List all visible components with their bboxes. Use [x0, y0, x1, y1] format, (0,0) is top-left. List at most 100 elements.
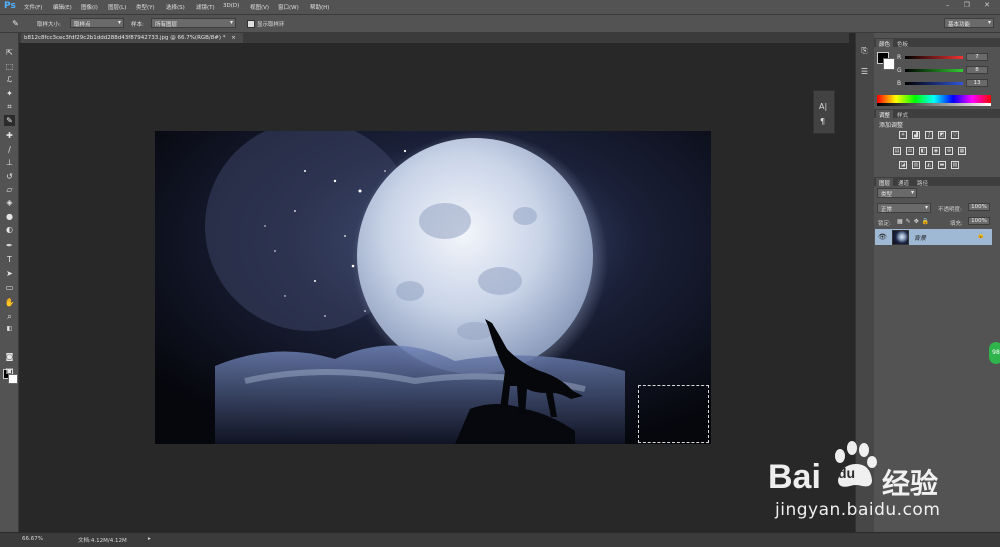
status-arrow-icon[interactable]: ▸	[148, 536, 151, 542]
type-tool-icon[interactable]: T	[4, 254, 15, 265]
curves-icon[interactable]: ∫	[925, 131, 933, 139]
default-colors-icon[interactable]: ◧	[4, 323, 15, 334]
green-value-input[interactable]: 8	[966, 66, 988, 74]
sample-layers-select[interactable]: 所有图层	[151, 18, 236, 28]
tab-swatches[interactable]: 色板	[894, 39, 911, 49]
lock-icons[interactable]: ▦✎✥🔒	[897, 218, 932, 225]
blend-mode-select[interactable]: 正常	[877, 203, 931, 213]
menu-item-4[interactable]: 类型(Y)	[136, 3, 155, 11]
opacity-label: 不透明度:	[938, 207, 962, 213]
quick-select-tool-icon[interactable]: ✦	[4, 88, 15, 99]
show-sampling-ring-checkbox[interactable]	[247, 20, 255, 28]
path-select-tool-icon[interactable]: ➤	[4, 268, 15, 279]
color-lookup-icon[interactable]: ▦	[958, 147, 966, 155]
photo-filter-icon[interactable]: ◉	[932, 147, 940, 155]
blue-label: B	[897, 80, 902, 87]
green-slider[interactable]	[905, 69, 963, 72]
document-size: 文档:4.12M/4.12M	[78, 538, 127, 544]
dodge-tool-icon[interactable]: ◐	[4, 224, 15, 235]
posterize-icon[interactable]: ▥	[912, 161, 920, 169]
paint-bucket-tool-icon[interactable]: ◈	[4, 197, 15, 208]
menu-item-3[interactable]: 图层(L)	[108, 3, 126, 11]
crop-tool-icon[interactable]: ⌗	[4, 101, 15, 112]
brightness-icon[interactable]: ☀	[899, 131, 907, 139]
mini-panel-strip: A| ¶	[813, 90, 835, 134]
pen-tool-icon[interactable]: ✒	[4, 240, 15, 251]
document-tab-title: b812c8fcc3cec3fdf29c2b1ddd288d43f8794273…	[24, 35, 226, 41]
threshold-icon[interactable]: ◭	[925, 161, 933, 169]
history-brush-tool-icon[interactable]: ↺	[4, 171, 15, 182]
vibrance-icon[interactable]: ▽	[951, 131, 959, 139]
red-slider[interactable]	[905, 56, 963, 59]
eyedropper-tool-icon[interactable]: ✎	[4, 115, 15, 126]
red-value-input[interactable]: 7	[966, 53, 988, 61]
document-tab[interactable]: b812c8fcc3cec3fdf29c2b1ddd288d43f8794273…	[21, 33, 243, 43]
opacity-input[interactable]: 100%	[968, 203, 990, 211]
properties-panel-icon[interactable]: ☰	[859, 66, 870, 77]
levels-icon[interactable]: ▟	[912, 131, 920, 139]
color-spectrum[interactable]	[877, 95, 991, 103]
menu-item-6[interactable]: 滤镜(T)	[196, 3, 215, 11]
marquee-tool-icon[interactable]: ⬚	[4, 61, 15, 72]
gradient-map-icon[interactable]: ▬	[938, 161, 946, 169]
eyedropper-preset-icon[interactable]: ✎	[10, 18, 21, 29]
menu-item-7[interactable]: 3D(D)	[223, 3, 239, 9]
tab-color[interactable]: 颜色	[876, 39, 894, 49]
grayscale-ramp[interactable]	[877, 103, 991, 106]
hand-tool-icon[interactable]: ✋	[4, 297, 15, 308]
sample-label: 样本:	[131, 22, 144, 28]
blue-value-input[interactable]: 13	[966, 79, 988, 87]
window-controls[interactable]: – ❐ ✕	[946, 1, 996, 9]
character-panel-icon[interactable]: A|	[819, 102, 827, 111]
green-label: G	[897, 67, 902, 74]
paragraph-panel-icon[interactable]: ¶	[820, 117, 825, 126]
sample-size-select[interactable]: 取样点	[70, 18, 124, 28]
tab-channels[interactable]: 通道	[895, 178, 912, 188]
canvas-image[interactable]	[155, 131, 711, 444]
blur-tool-icon[interactable]: ●	[4, 211, 15, 222]
layer-kind-filter[interactable]: 类型	[877, 188, 917, 198]
eraser-tool-icon[interactable]: ▱	[4, 184, 15, 195]
black-white-icon[interactable]: ◧	[919, 147, 927, 155]
layer-name[interactable]: 背景	[914, 233, 926, 242]
menu-item-2[interactable]: 图像(I)	[81, 3, 98, 11]
color-background-swatch[interactable]	[883, 58, 895, 70]
zoom-tool-icon[interactable]: ⌕	[4, 311, 15, 322]
lasso-tool-icon[interactable]: ℒ	[4, 74, 15, 85]
marquee-selection[interactable]	[638, 385, 709, 443]
watermark-brand-du: du	[838, 465, 856, 481]
menu-item-9[interactable]: 窗口(W)	[278, 3, 299, 11]
exposure-icon[interactable]: ◩	[938, 131, 946, 139]
menu-item-0[interactable]: 文件(F)	[24, 3, 42, 11]
menu-item-5[interactable]: 选择(S)	[166, 3, 185, 11]
brush-tool-icon[interactable]: ∕	[4, 144, 15, 155]
quick-mask-icon[interactable]: ◙	[4, 351, 15, 362]
zoom-level[interactable]: 66.67%	[22, 536, 43, 542]
healing-brush-tool-icon[interactable]: ✚	[4, 130, 15, 141]
history-panel-icon[interactable]: ⎘	[859, 45, 870, 56]
shape-tool-icon[interactable]: ▭	[4, 282, 15, 293]
channel-mixer-icon[interactable]: ⊕	[945, 147, 953, 155]
menu-item-10[interactable]: 帮助(H)	[310, 3, 329, 11]
screen-mode-icon[interactable]: ▣	[4, 365, 15, 376]
selective-color-icon[interactable]: ▧	[951, 161, 959, 169]
invert-icon[interactable]: ◪	[899, 161, 907, 169]
fill-input[interactable]: 100%	[968, 217, 990, 225]
side-float-badge[interactable]: 98	[989, 342, 1000, 364]
workspace-select[interactable]: 基本功能	[944, 18, 994, 28]
tab-paths[interactable]: 路径	[914, 178, 931, 188]
color-balance-icon[interactable]: ⚖	[906, 147, 914, 155]
close-tab-icon[interactable]: ×	[231, 35, 236, 41]
hue-saturation-icon[interactable]: ▤	[893, 147, 901, 155]
tab-layers[interactable]: 图层	[876, 178, 894, 188]
menu-item-1[interactable]: 编辑(E)	[53, 3, 72, 11]
clone-stamp-tool-icon[interactable]: ⊥	[4, 157, 15, 168]
tab-adjustments[interactable]: 调整	[876, 110, 894, 120]
menu-item-8[interactable]: 视图(V)	[250, 3, 269, 11]
blue-slider[interactable]	[905, 82, 963, 85]
fill-label: 填充:	[950, 221, 963, 227]
adjustments-panel-tabs: 调整 样式	[874, 109, 1000, 120]
tab-styles[interactable]: 样式	[894, 110, 911, 120]
visibility-eye-icon[interactable]: 👁	[878, 233, 887, 241]
move-tool-icon[interactable]: ⇱	[4, 47, 15, 58]
